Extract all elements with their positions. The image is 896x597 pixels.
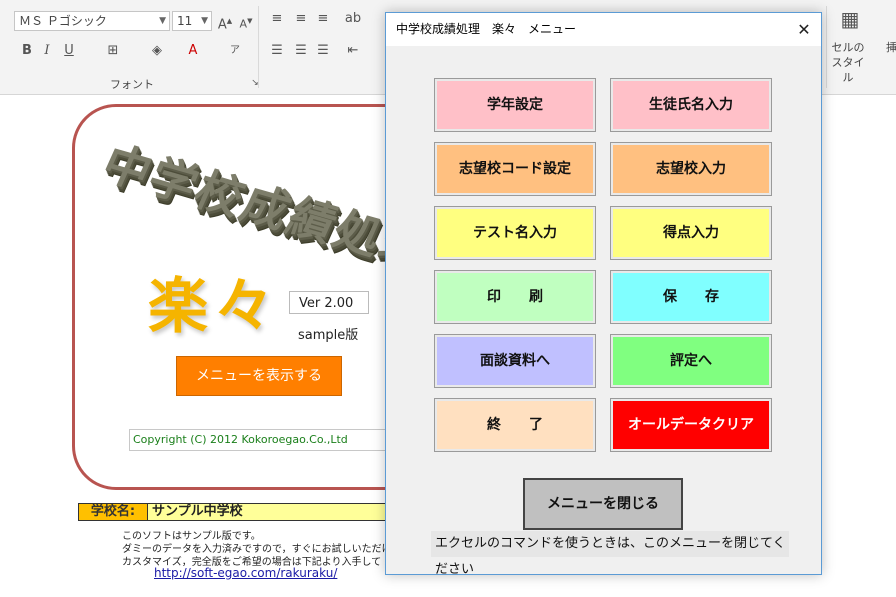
evaluation-button[interactable]: 評定へ [610,334,772,388]
school-name-label: 学校名: [78,503,148,521]
orientation-icon[interactable]: ab [344,10,362,28]
interview-materials-button[interactable]: 面談資料へ [434,334,596,388]
dialog-hint: エクセルのコマンドを使うときは、このメニューを閉じてください [431,531,789,577]
ribbon-separator [258,6,259,88]
desired-school-input-button[interactable]: 志望校入力 [610,142,772,196]
clear-all-data-button[interactable]: オールデータクリア [610,398,772,452]
close-icon[interactable]: ✕ [793,19,815,41]
align-bottom-icon[interactable]: ≡ [314,10,332,28]
student-name-input-button[interactable]: 生徒氏名入力 [610,78,772,132]
align-left-icon[interactable]: ☰ [268,42,286,60]
test-name-input-button[interactable]: テスト名入力 [434,206,596,260]
align-top-icon[interactable]: ≡ [268,10,286,28]
increase-font-icon[interactable]: A▲ [216,12,234,32]
print-button[interactable]: 印 刷 [434,270,596,324]
indent-icon[interactable]: ⇤ [344,42,362,60]
edition-label: sample版 [298,328,359,343]
chevron-down-icon[interactable]: ▼ [159,12,166,30]
save-button[interactable]: 保 存 [610,270,772,324]
font-size-value: 11 [177,14,193,28]
phonetic-icon[interactable]: ア [226,42,244,60]
close-menu-button[interactable]: メニューを閉じる [523,478,683,530]
score-input-button[interactable]: 得点入力 [610,206,772,260]
font-name-box[interactable]: ＭＳ Ｐゴシック ▼ [14,11,170,31]
font-color-icon[interactable]: A [184,42,202,60]
download-link[interactable]: http://soft-egao.com/rakuraku/ [154,566,337,580]
ribbon-separator [826,6,827,88]
dialog-launcher-icon[interactable]: ↘ [246,74,264,92]
align-right-icon[interactable]: ☰ [314,42,332,60]
dialog-titlebar[interactable]: 中学校成績処理 楽々 メニュー ✕ [386,13,821,46]
bold-icon[interactable]: B [18,42,36,60]
grade-setting-button[interactable]: 学年設定 [434,78,596,132]
chevron-down-icon[interactable]: ▼ [201,12,208,30]
exit-button[interactable]: 終 了 [434,398,596,452]
fill-color-icon[interactable]: ◈ [148,42,166,60]
underline-icon[interactable]: U [60,42,78,60]
school-code-setting-button[interactable]: 志望校コード設定 [434,142,596,196]
font-name-value: ＭＳ Ｐゴシック [19,14,107,28]
cell-style-icon[interactable]: ▦ [838,9,862,38]
align-center-icon[interactable]: ☰ [292,42,310,60]
copyright-text: Copyright (C) 2012 Kokoroegao.Co.,Ltd [129,429,389,451]
app-name-logo: 楽々 [148,272,280,342]
font-group-label: フォント [110,78,154,91]
decrease-font-icon[interactable]: A▼ [237,12,255,31]
insert-label[interactable]: 挿 [886,40,896,55]
menu-dialog: 中学校成績処理 楽々 メニュー ✕ 学年設定 生徒氏名入力 志望校コード設定 志… [385,12,822,577]
border-icon[interactable]: ⊞ [104,42,122,60]
version-box: Ver 2.00 [289,291,369,314]
font-size-box[interactable]: 11 ▼ [172,11,212,31]
cell-style-label[interactable]: セルの スタイル [828,40,868,85]
align-middle-icon[interactable]: ≡ [292,10,310,28]
show-menu-button[interactable]: メニューを表示する [176,356,342,396]
italic-icon[interactable]: I [38,42,56,60]
dialog-title: 中学校成績処理 楽々 メニュー [396,22,577,36]
school-name-value[interactable]: サンプル中学校 [148,503,388,521]
